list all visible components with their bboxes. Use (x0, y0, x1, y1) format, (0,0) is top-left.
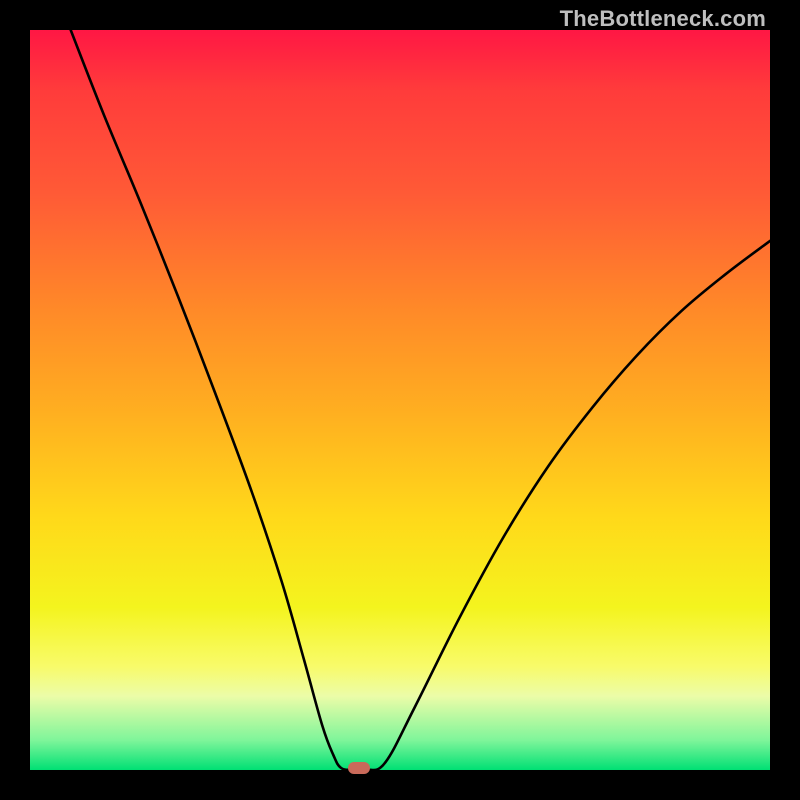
plot-area (30, 30, 770, 770)
minimum-marker (348, 762, 370, 774)
watermark-text: TheBottleneck.com (560, 6, 766, 32)
chart-frame: TheBottleneck.com (0, 0, 800, 800)
bottleneck-curve (30, 30, 770, 770)
